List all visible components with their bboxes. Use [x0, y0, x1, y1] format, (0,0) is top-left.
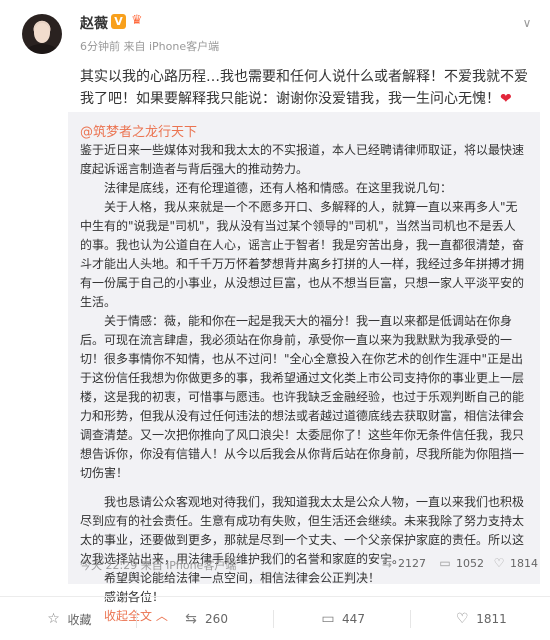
comment-count: 447 — [342, 612, 365, 626]
thumbs-up-icon: ♡ — [493, 556, 505, 570]
author-name[interactable]: 赵薇 — [80, 13, 108, 33]
avatar-face — [34, 23, 50, 43]
chevron-down-icon[interactable]: ∨ — [518, 14, 536, 32]
repost-share-stat[interactable]: ⇆ 2127 — [380, 556, 426, 570]
repost-like-stat[interactable]: ♡ 1814 — [492, 556, 538, 570]
star-icon: ☆ — [47, 611, 60, 627]
comment-button[interactable]: ▭ 447 — [274, 597, 411, 640]
post-text: 其实以我的心路历程…我也需要和任何人说什么或者解释！不爱我就不爱我了吧！如果要解… — [80, 66, 532, 110]
repost-comment-count: 1052 — [456, 556, 484, 570]
comment-icon: ▭ — [321, 611, 335, 627]
heart-emoji-icon: ❤ — [500, 91, 512, 107]
repost-meta: 今天 22:29 来自 iPhone客户端 — [80, 559, 237, 572]
thumbs-up-icon: ♡ — [455, 611, 469, 627]
post-text-body: 其实以我的心路历程…我也需要和任何人说什么或者解释！不爱我就不爱我了吧！如果要解… — [80, 69, 528, 107]
crown-icon[interactable]: ♛ — [131, 13, 147, 29]
repost-count: 260 — [205, 612, 228, 626]
repost-card: @筑梦者之龙行天下 鉴于近日来一些媒体对我和我太太的不实报道，本人已经聘请律师取… — [68, 112, 540, 623]
repost-paragraph: 关于人格，我从来就是一个不愿多开口、多解释的人，就算一直以来再多人"无中生有的"… — [80, 200, 525, 309]
share-icon: ⇆ — [185, 611, 197, 627]
repost-paragraph: 关于情感：薇，能和你在一起是我天大的福分！我一直以来都是低调站在你身后。可现在流… — [80, 314, 525, 480]
favorite-label: 收藏 — [67, 612, 92, 627]
repost-comment-stat[interactable]: ▭ 1052 — [438, 556, 484, 570]
comment-icon: ▭ — [439, 556, 451, 570]
repost-author-link[interactable]: @筑梦者之龙行天下 — [80, 121, 197, 140]
repost-paragraph: 鉴于近日来一些媒体对我和我太太的不实报道，本人已经聘请律师取证，将以最快速度起诉… — [80, 143, 525, 176]
avatar-body — [26, 44, 58, 54]
repost-footer: 今天 22:29 来自 iPhone客户端 ⇆ 2127 ▭ 1052 ♡ 18… — [80, 553, 538, 575]
favorite-button[interactable]: ☆ 收藏 — [0, 597, 137, 640]
post-header: 赵薇 V ♛ 6分钟前 来自 iPhone客户端 ∨ — [0, 0, 550, 62]
like-count: 1811 — [476, 612, 507, 626]
avatar[interactable] — [22, 14, 62, 54]
verified-badge-icon[interactable]: V — [111, 14, 126, 29]
action-bar: ☆ 收藏 ⇆ 260 ▭ 447 ♡ 1811 — [0, 596, 550, 640]
like-button[interactable]: ♡ 1811 — [411, 597, 550, 640]
repost-paragraph: 法律是底线，还有伦理道德，还有人格和情感。在这里我说几句： — [104, 181, 453, 195]
repost-like-count: 1814 — [510, 556, 538, 570]
share-icon: ⇆ — [381, 556, 393, 570]
repost-button[interactable]: ⇆ 260 — [137, 597, 274, 640]
post-meta: 6分钟前 来自 iPhone客户端 — [80, 40, 220, 53]
repost-share-count: 2127 — [398, 556, 426, 570]
